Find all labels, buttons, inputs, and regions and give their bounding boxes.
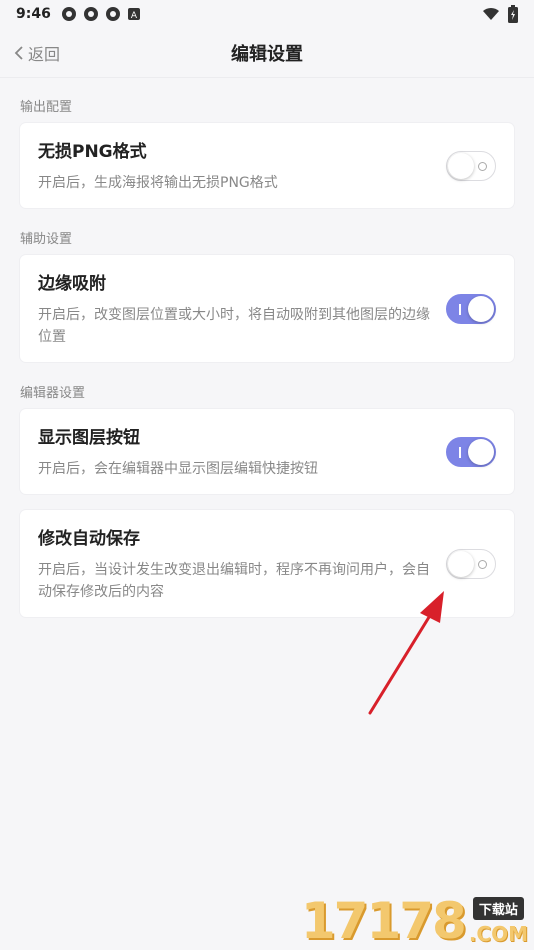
chevron-left-icon — [14, 46, 23, 60]
setting-desc: 开启后，生成海报将输出无损PNG格式 — [38, 175, 278, 191]
a-notification-icon: A — [127, 8, 140, 21]
system-icons — [482, 5, 518, 23]
header: 返回 编辑设置 — [0, 28, 534, 78]
setting-desc: 开启后，改变图层位置或大小时，将自动吸附到其他图层的边缘位置 — [38, 307, 430, 345]
notification-icons: A — [61, 6, 141, 22]
setting-title: 显示图层按钮 — [38, 428, 140, 448]
status-time: 9:46 — [16, 6, 51, 22]
watermark-com: .COM — [468, 922, 528, 946]
app-notification-icon — [105, 7, 120, 21]
setting-card-edge-snap: 边缘吸附 开启后，改变图层位置或大小时，将自动吸附到其他图层的边缘位置 — [20, 255, 514, 362]
watermark-tag: 下载站 — [472, 897, 524, 920]
setting-card-lossless-png: 无损PNG格式 开启后，生成海报将输出无损PNG格式 — [20, 123, 514, 208]
battery-icon — [508, 5, 518, 23]
lossless-png-toggle[interactable] — [446, 150, 496, 181]
section-label-assist: 辅助设置 — [20, 232, 73, 247]
section-label-editor: 编辑器设置 — [20, 386, 86, 401]
setting-desc: 开启后，会在编辑器中显示图层编辑快捷按钮 — [38, 461, 318, 477]
app-notification-icon — [61, 7, 76, 21]
edge-snap-toggle[interactable] — [446, 293, 496, 324]
app-notification-icon — [83, 7, 98, 21]
setting-title: 修改自动保存 — [38, 529, 140, 549]
setting-title: 边缘吸附 — [38, 274, 106, 294]
wifi-icon — [483, 7, 499, 20]
back-button[interactable]: 返回 — [14, 28, 60, 78]
page-title: 编辑设置 — [231, 43, 303, 65]
auto-save-toggle[interactable] — [446, 548, 496, 579]
back-label: 返回 — [28, 45, 61, 64]
setting-card-layer-button: 显示图层按钮 开启后，会在编辑器中显示图层编辑快捷按钮 — [20, 409, 514, 494]
section-label-output: 输出配置 — [20, 100, 73, 115]
layer-button-toggle[interactable] — [446, 436, 496, 467]
setting-title: 无损PNG格式 — [38, 142, 147, 162]
watermark-logo: 17178 下载站 .COM — [301, 896, 528, 946]
red-arrow-annotation — [368, 591, 444, 715]
watermark-digits: 17178 — [300, 892, 467, 950]
status-bar: 9:46 A — [0, 0, 534, 28]
svg-text:A: A — [131, 11, 138, 21]
